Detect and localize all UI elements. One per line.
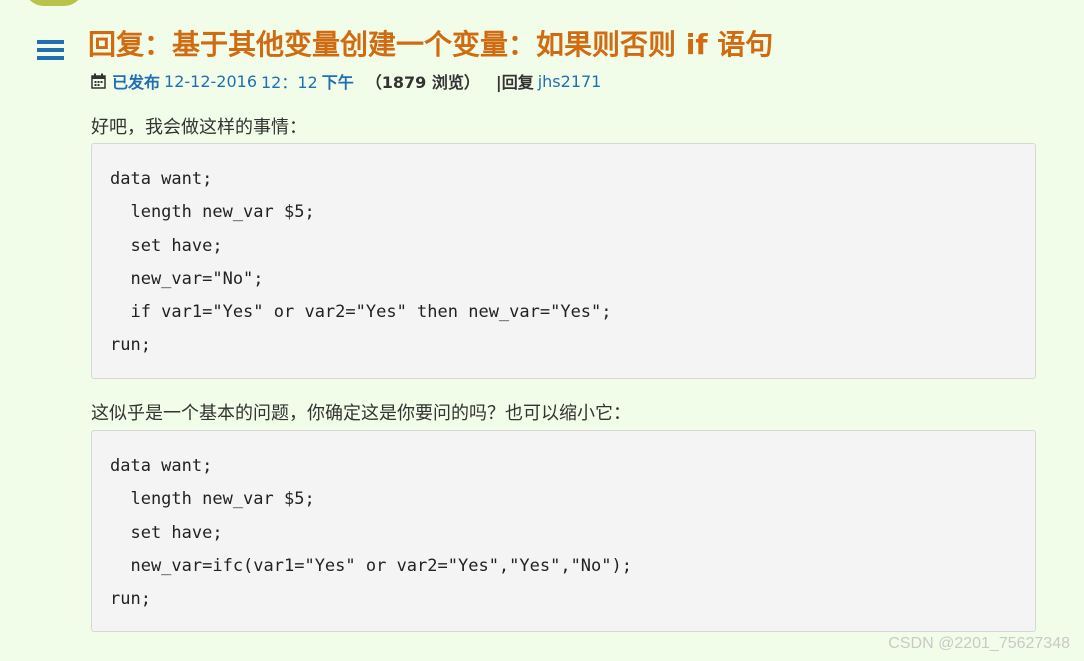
code-line: run; xyxy=(110,335,151,356)
code-line: set have; xyxy=(110,522,223,543)
published-label: 已发布 xyxy=(112,73,161,92)
post-paragraph-2: 这似乎是一个基本的问题，你确定这是你要问的吗？也可以缩小它： xyxy=(91,403,631,424)
menu-icon-bar xyxy=(37,56,64,60)
code-line: data want; xyxy=(110,169,213,189)
reply-label[interactable]: |回复 xyxy=(496,69,534,93)
post-time: 12：12 xyxy=(261,73,318,92)
reply-user-link[interactable]: jhs2171 xyxy=(538,72,602,91)
view-count: （1879 浏览） xyxy=(365,73,480,92)
post-title[interactable]: 回复：基于其他变量创建一个变量：如果则否则 if 语句 xyxy=(88,25,773,65)
watermark: CSDN @2201_75627348 xyxy=(888,635,1070,652)
code-line: length new_var $5; xyxy=(110,202,315,223)
menu-icon-bar xyxy=(37,40,64,44)
post-date: 12-12-2016 xyxy=(164,71,257,91)
code-content-1[interactable]: data want; length new_var $5; set have; … xyxy=(110,163,612,363)
avatar[interactable] xyxy=(24,0,84,6)
post-time-period: 下午 xyxy=(321,73,354,92)
code-line: run; xyxy=(110,589,151,610)
menu-icon[interactable] xyxy=(37,40,64,62)
code-line: set have; xyxy=(110,235,223,256)
code-line: length new_var $5; xyxy=(110,489,315,510)
code-line: if var1="Yes" or var2="Yes" then new_var… xyxy=(110,302,612,323)
code-block-2[interactable]: data want; length new_var $5; set have; … xyxy=(91,430,1036,632)
code-line: new_var="No"; xyxy=(110,268,264,289)
post-meta: 已发布 12-12-2016 12：12 下午 （1879 浏览） |回复 jh… xyxy=(91,70,601,92)
menu-icon-bar xyxy=(37,48,64,52)
code-line: data want; xyxy=(110,456,213,476)
code-line: new_var=ifc(var1="Yes" or var2="Yes","Ye… xyxy=(110,555,632,576)
code-content-2[interactable]: data want; length new_var $5; set have; … xyxy=(110,450,632,616)
code-block-1[interactable]: data want; length new_var $5; set have; … xyxy=(91,143,1036,379)
post-paragraph-1: 好吧，我会做这样的事情： xyxy=(91,117,307,138)
calendar-icon xyxy=(91,73,106,89)
